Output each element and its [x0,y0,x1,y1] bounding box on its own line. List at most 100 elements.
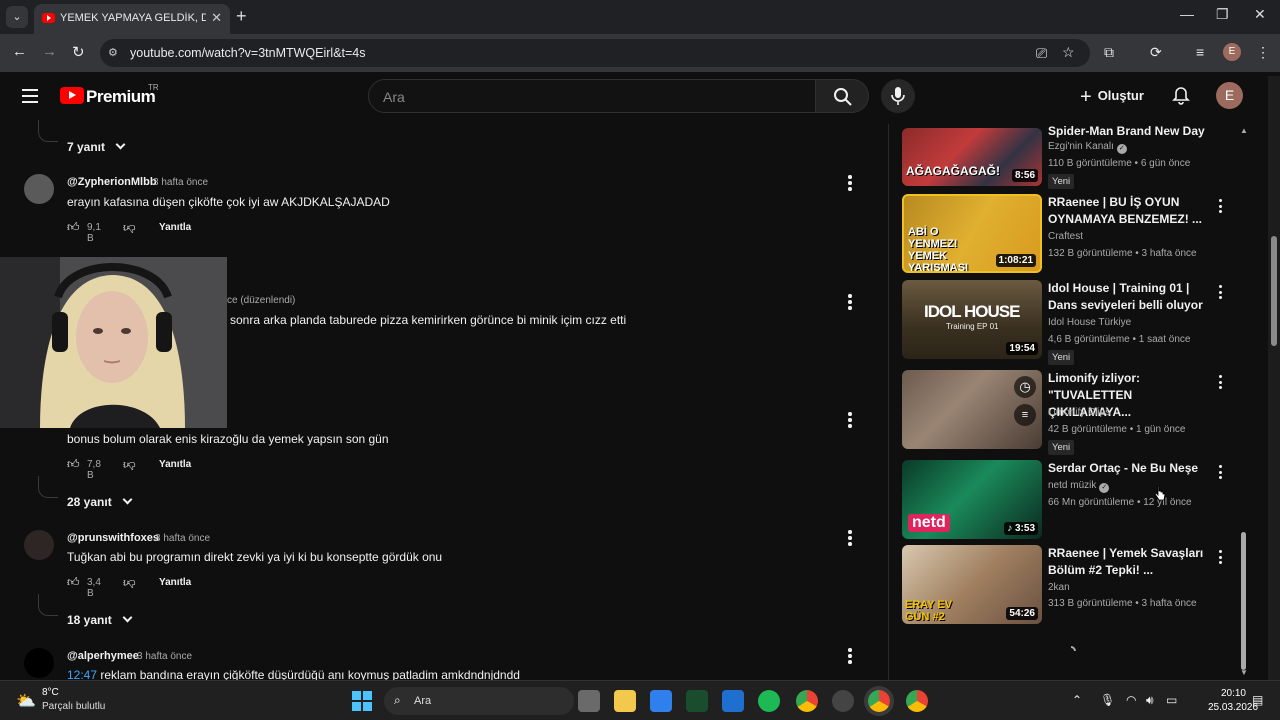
dislike-icon[interactable]: 👍︎ [123,457,136,472]
watch-later-icon[interactable]: ◷ [1014,376,1036,398]
app-icon[interactable] [832,690,854,712]
tab-search-button[interactable]: ⌄ [6,6,28,28]
video-more-icon[interactable] [1219,285,1223,302]
site-info-icon[interactable]: ⚙ [108,46,122,60]
video-more-icon[interactable] [1219,199,1223,216]
comment-time[interactable]: ce (düzenlendi) [227,295,295,306]
page-scrollbar-thumb[interactable] [1271,236,1277,346]
chrome-icon[interactable] [906,690,928,712]
spotify-icon[interactable] [758,690,780,712]
reply-button[interactable]: Yanıtla [159,577,191,588]
related-video[interactable]: ABİ O YENMEZ! YEMEK YARIŞMASI 1:08:21 RR… [902,194,1232,274]
account-avatar[interactable]: E [1216,82,1243,109]
dislike-icon[interactable]: 👍︎ [123,575,136,590]
video-thumbnail[interactable]: ABİ O YENMEZ! YEMEK YARIŞMASI 1:08:21 [902,194,1042,273]
replies-toggle[interactable]: 7 yanıt [67,139,126,154]
close-tab-icon[interactable]: ✕ [211,10,222,26]
close-window-button[interactable]: ✕ [1254,6,1266,23]
notifications-button[interactable] [1171,86,1191,111]
volume-icon[interactable]: 🔊︎ [1146,693,1154,708]
replies-count: 7 yanıt [67,140,106,154]
comment-more-icon[interactable] [848,294,852,312]
comment-more-icon[interactable] [848,412,852,430]
comment-time[interactable]: 3 hafta önce [155,533,210,544]
video-thumbnail[interactable]: ERAY EV GÜN #2 54:26 [902,545,1042,624]
wifi-icon[interactable]: ◠ [1126,693,1136,707]
search-icon [834,88,852,106]
like-icon[interactable]: 👍︎ [67,575,80,590]
reload-button[interactable]: ↻ [72,43,85,61]
thumbnail-subtext: Training EP 01 [946,322,999,331]
search-button[interactable] [815,79,869,113]
related-video[interactable]: IDOL HOUSE Training EP 01 19:54 Idol Hou… [902,280,1232,365]
file-explorer-icon[interactable] [614,690,636,712]
comment-time[interactable]: 3 hafta önce [153,177,208,188]
notifications-icon[interactable]: ▤ [1252,693,1263,707]
system-clock[interactable]: 20:10 25.03.2026 [1208,687,1259,715]
task-view-icon[interactable] [578,690,600,712]
add-to-queue-icon[interactable]: ≡ [1014,404,1036,426]
show-hidden-icons[interactable]: ⌃ [1072,693,1082,707]
microphone-icon[interactable]: 🎙︎ [1100,693,1115,707]
back-button[interactable]: ← [12,43,27,60]
related-video[interactable]: ◷ ≡ Limonify izliyor: "TUVALETTEN ÇIKILA… [902,370,1232,455]
avatar[interactable] [24,530,54,560]
video-more-icon[interactable] [1219,465,1223,482]
chrome-icon[interactable] [796,690,818,712]
create-button[interactable]: + Oluştur [1080,86,1144,109]
guide-menu-icon[interactable] [22,89,38,103]
browser-menu-icon[interactable]: ⋮ [1256,44,1270,61]
forward-button[interactable]: → [42,43,57,60]
like-icon[interactable]: 👍︎ [67,220,80,235]
replies-toggle[interactable]: 28 yanıt [67,494,133,509]
comment-author[interactable]: @prunswithfoxes [67,532,159,544]
clock-date: 25.03.2026 [1208,702,1259,713]
battery-icon[interactable]: ▭ [1166,693,1177,707]
comment-author[interactable]: @alperhymee [67,650,139,662]
dislike-icon[interactable]: 👍︎ [123,220,136,235]
related-video[interactable]: netd ♪ 3:53 Serdar Ortaç - Ne Bu Neşe ne… [902,460,1232,540]
media-control-icon[interactable]: ≡ [1196,44,1204,60]
like-icon[interactable]: 👍︎ [67,457,80,472]
related-scrollbar-thumb[interactable] [1241,532,1246,670]
install-app-icon[interactable]: ⎚ [1036,45,1047,62]
comment-more-icon[interactable] [848,648,852,666]
avatar[interactable] [24,648,54,678]
comment-more-icon[interactable] [848,530,852,548]
minimize-button[interactable]: — [1180,6,1194,22]
browser-tab[interactable]: YEMEK YAPMAYA GELDİK, DAYA ✕ [34,4,230,34]
replies-toggle[interactable]: 18 yanıt [67,612,133,627]
microsoft-store-icon[interactable] [650,690,672,712]
scroll-up-icon[interactable]: ▲ [1240,126,1248,135]
screenshot-icon[interactable]: ⟳ [1150,44,1162,61]
related-video[interactable]: ERAY EV GÜN #2 54:26 RRaenee | Yemek Sav… [902,545,1232,625]
taskbar-search[interactable]: ⌕ Ara [384,687,574,715]
reply-button[interactable]: Yanıtla [159,222,191,233]
comment-time[interactable]: 3 hafta önce [137,651,192,662]
page-scrollbar[interactable] [1268,76,1280,680]
bookmark-star-icon[interactable]: ☆ [1062,44,1075,61]
chrome-profile-icon[interactable] [868,690,890,712]
video-thumbnail[interactable]: ◷ ≡ [902,370,1042,449]
maximize-button[interactable]: ❐ [1216,6,1229,23]
extensions-icon[interactable]: ⧉ [1104,44,1114,61]
browser-tab-bar: ⌄ YEMEK YAPMAYA GELDİK, DAYA ✕ + — ❐ ✕ [0,0,1280,34]
avatar[interactable] [24,174,54,204]
mail-icon[interactable] [722,690,744,712]
app-icon[interactable] [686,690,708,712]
profile-avatar[interactable]: E [1223,43,1241,61]
start-button[interactable] [352,691,372,716]
video-thumbnail[interactable]: AĞAGAĞAGAĞ! 8:56 [902,128,1042,186]
related-video[interactable]: AĞAGAĞAGAĞ! 8:56 Spider-Man Brand New Da… [902,124,1232,189]
voice-search-button[interactable] [881,79,915,113]
video-thumbnail[interactable]: IDOL HOUSE Training EP 01 19:54 [902,280,1042,359]
video-more-icon[interactable] [1219,375,1223,392]
comment-more-icon[interactable] [848,175,852,193]
comment-author[interactable]: @ZypherionMlbb [67,176,157,188]
reply-button[interactable]: Yanıtla [159,459,191,470]
video-thumbnail[interactable]: netd ♪ 3:53 [902,460,1042,539]
address-bar[interactable]: ⚙ youtube.com/watch?v=3tnMTWQEirl&t=4s ⎚… [100,39,1090,67]
new-tab-button[interactable]: + [236,6,247,27]
search-input[interactable]: Ara [368,79,816,113]
video-more-icon[interactable] [1219,550,1223,567]
